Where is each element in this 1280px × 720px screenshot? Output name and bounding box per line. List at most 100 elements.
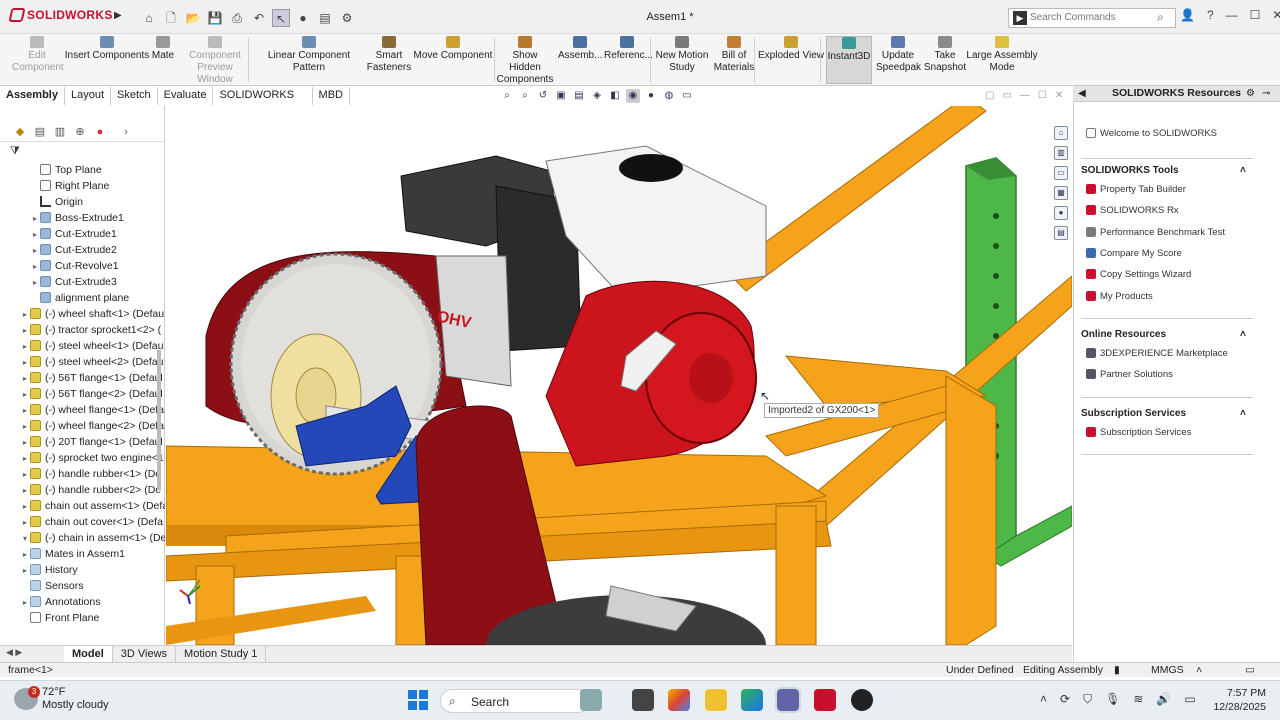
tab-evaluate[interactable]: Evaluate <box>158 87 214 105</box>
wifi-icon[interactable]: ≋ <box>1133 692 1143 707</box>
widget-app-icon[interactable] <box>580 689 602 711</box>
search-scope-icon[interactable]: ▶ <box>1013 11 1027 25</box>
tooltip-toggle-icon[interactable]: ▭ <box>1245 663 1255 677</box>
maximize-icon[interactable]: ☐ <box>1250 8 1261 22</box>
expand-toggle-icon[interactable]: ▸ <box>20 387 30 402</box>
units-selector[interactable]: MMGS <box>1151 663 1184 677</box>
tab-assembly[interactable]: Assembly <box>0 87 65 105</box>
tab-layout[interactable]: Layout <box>65 87 112 105</box>
select-icon[interactable]: ↖ <box>272 9 290 27</box>
exploded-button[interactable]: Exploded View <box>758 36 824 84</box>
hidden-button[interactable]: Show Hidden Components <box>496 36 554 85</box>
battery-icon[interactable]: ▭ <box>1184 692 1195 707</box>
expand-toggle-icon[interactable]: ▸ <box>20 323 30 338</box>
expand-toggle-icon[interactable]: ▸ <box>20 515 30 530</box>
design-library-icon[interactable]: ▥ <box>1054 146 1068 160</box>
volume-icon[interactable]: 🔊 <box>1156 692 1171 707</box>
home-icon[interactable]: ⌂ <box>140 9 158 27</box>
zoom-area-icon[interactable]: ⌕ <box>518 89 532 103</box>
pane-pin-icon[interactable]: ⊸ <box>1262 88 1270 99</box>
previous-view-icon[interactable]: ↺ <box>536 89 550 103</box>
doc-tile-icon[interactable]: ▭ <box>1002 90 1011 101</box>
appearances-icon[interactable]: ● <box>1054 206 1068 220</box>
tabs-more-icon[interactable]: › <box>118 124 134 140</box>
user-icon[interactable]: 👤 <box>1180 8 1195 22</box>
snapshot-button[interactable]: Take Snapshot <box>922 36 968 84</box>
expand-toggle-icon[interactable]: ▸ <box>20 467 30 482</box>
dimxpert-tab-icon[interactable]: ⊕ <box>72 124 88 140</box>
resource-link[interactable]: Copy Settings Wizard <box>1086 269 1191 281</box>
file-properties-icon[interactable]: ▤ <box>316 9 334 27</box>
expand-toggle-icon[interactable]: ▸ <box>20 499 30 514</box>
expand-toggle-icon[interactable]: ▸ <box>20 339 30 354</box>
tree-item[interactable]: ▸ (-) 56T flange<1> (Defaul <box>0 370 165 386</box>
speedpak-button[interactable]: Update Speedpak <box>876 36 921 84</box>
rebuild-icon[interactable]: ● <box>294 9 312 27</box>
tree-item[interactable]: ▸ (-) wheel shaft<1> (Defau <box>0 306 165 322</box>
expand-toggle-icon[interactable]: ▸ <box>30 243 40 258</box>
doc-close-icon[interactable]: ✕ <box>1055 90 1063 101</box>
taskbar-clock[interactable]: 7:57 PM 12/28/2025 <box>1206 686 1266 714</box>
section-view-icon[interactable]: ▣ <box>554 89 568 103</box>
resource-link[interactable]: My Products <box>1086 290 1153 303</box>
file-explorer-icon[interactable] <box>705 689 727 711</box>
sync-icon[interactable]: ⟳ <box>1060 692 1070 707</box>
expand-toggle-icon[interactable]: ▸ <box>30 275 40 290</box>
tree-item[interactable]: ▸ (-) 56T flange<2> (Defaul <box>0 386 165 402</box>
tree-item[interactable]: ▸ (-) steel wheel<1> (Defau <box>0 338 165 354</box>
filter-icon[interactable]: ⧩ <box>10 145 20 158</box>
graphics-area[interactable]: OHV <box>166 106 1072 645</box>
expand-toggle-icon[interactable]: ▾ <box>20 531 30 546</box>
resource-link[interactable]: Performance Benchmark Test <box>1086 226 1225 239</box>
new-document-icon[interactable]: 🗋 <box>162 9 180 27</box>
taskbar-search[interactable]: ⌕ Search <box>440 689 590 713</box>
tree-item[interactable]: ▸ (-) sprocket two engine<1 <box>0 450 165 466</box>
linear-button[interactable]: Linear Component Pattern <box>252 36 366 84</box>
expand-toggle-icon[interactable]: ▸ <box>30 227 40 242</box>
dynamic-annotation-icon[interactable]: ▤ <box>572 89 586 103</box>
bom-button[interactable]: Bill of Materials <box>712 36 756 84</box>
expand-toggle-icon[interactable]: ▸ <box>20 483 30 498</box>
apply-scene-icon[interactable]: ◍ <box>662 89 676 103</box>
print-icon[interactable]: ⎙ <box>228 9 246 27</box>
expand-toggle-icon[interactable]: ▸ <box>30 259 40 274</box>
large-button[interactable]: Large Assembly Mode <box>966 36 1038 84</box>
expand-toggle-icon[interactable]: ▸ <box>20 355 30 370</box>
open-folder-icon[interactable]: 📂 <box>184 9 202 27</box>
search-commands-input[interactable]: ▶ Search Commands ⌕ <box>1008 8 1176 28</box>
resource-link[interactable]: Property Tab Builder <box>1086 184 1186 196</box>
doc-maximize-icon[interactable]: ☐ <box>1038 90 1047 101</box>
tab-solidworks-add-ins[interactable]: SOLIDWORKS Add-Ins <box>213 87 313 118</box>
solidworks-logo[interactable]: SOLIDWORKS <box>8 8 113 22</box>
tree-item[interactable]: Front Plane <box>0 610 165 626</box>
tree-item[interactable]: ▸ Cut-Extrude1 <box>0 226 165 242</box>
chatgpt-icon[interactable] <box>851 689 873 711</box>
file-explorer-icon[interactable]: ▭ <box>1054 166 1068 180</box>
tree-item[interactable]: ▾ (-) chain in assem<1> (De <box>0 530 165 546</box>
tree-item[interactable]: ▸ Cut-Extrude2 <box>0 242 165 258</box>
tree-item[interactable]: ▸ (-) steel wheel<2> (Defau <box>0 354 165 370</box>
expand-toggle-icon[interactable]: ▸ <box>20 403 30 418</box>
tree-item[interactable]: Origin <box>0 194 165 210</box>
tree-item[interactable]: ▸ Cut-Extrude3 <box>0 274 165 290</box>
resource-link[interactable]: 3DEXPERIENCE Marketplace <box>1086 348 1228 360</box>
units-dropdown-icon[interactable]: ˄ <box>1196 663 1202 677</box>
mate-button[interactable]: Mate <box>148 36 178 84</box>
custom-properties-icon[interactable]: ▤ <box>1054 226 1068 240</box>
tree-item[interactable]: ▸ Mates in Assem1 <box>0 546 165 562</box>
solidworks-taskbar-icon[interactable] <box>814 689 836 711</box>
tab-mbd[interactable]: MBD <box>313 87 350 105</box>
ref-button[interactable]: Referenc... <box>604 36 653 84</box>
collapse-section-icon[interactable]: ˄ <box>1240 408 1246 419</box>
tab-sketch[interactable]: Sketch <box>111 87 158 105</box>
resource-link[interactable]: Compare My Score <box>1086 247 1182 260</box>
tab-motion-study-1[interactable]: Motion Study 1 <box>176 646 267 662</box>
teams-icon[interactable] <box>775 687 801 713</box>
view-settings-icon[interactable]: ▭ <box>680 89 694 103</box>
tree-item[interactable]: ▸ Annotations <box>0 594 165 610</box>
smart-button[interactable]: Smart Fasteners <box>366 36 412 84</box>
tree-item[interactable]: alignment plane <box>0 290 165 306</box>
tree-item[interactable]: Sensors <box>0 578 165 594</box>
security-icon[interactable]: ⛉ <box>1083 692 1092 707</box>
hide-show-items-icon[interactable]: ◉ <box>626 89 640 103</box>
